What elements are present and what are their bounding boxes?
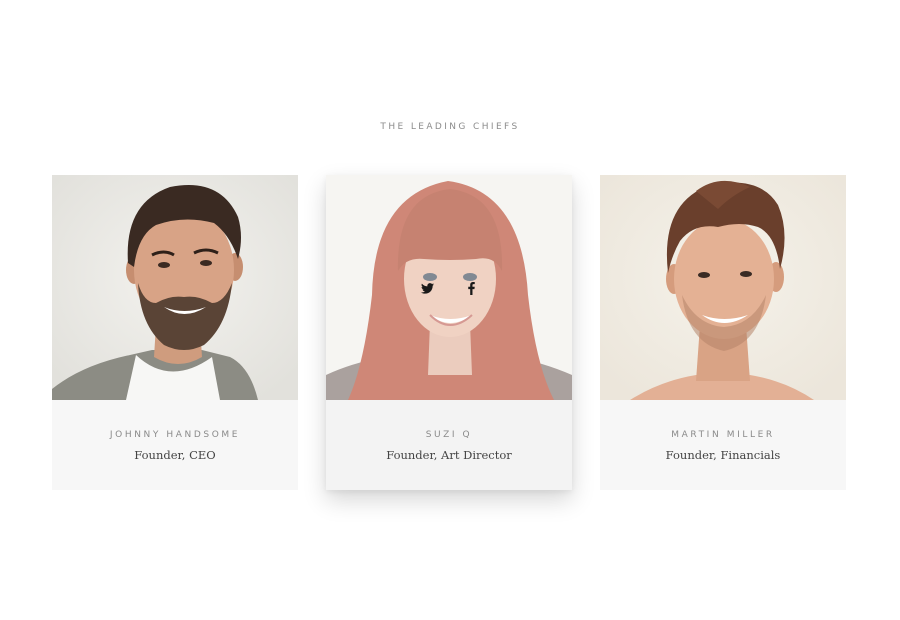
member-info: MARTIN MILLER Founder, Financials (600, 400, 846, 462)
member-photo (600, 175, 846, 400)
member-photo (326, 175, 572, 400)
member-info: JOHNNY HANDSOME Founder, CEO (52, 400, 298, 462)
member-role: Founder, Art Director (386, 448, 512, 462)
member-photo-image (52, 175, 298, 400)
team-card-johnny-handsome[interactable]: JOHNNY HANDSOME Founder, CEO (52, 175, 298, 490)
member-photo (52, 175, 298, 400)
team-card-suzi-q[interactable]: SUZI Q Founder, Art Director (326, 175, 572, 490)
team-card-martin-miller[interactable]: MARTIN MILLER Founder, Financials (600, 175, 846, 490)
member-info: SUZI Q Founder, Art Director (326, 400, 572, 462)
twitter-icon[interactable] (420, 281, 434, 295)
facebook-icon[interactable] (464, 281, 478, 295)
member-name: MARTIN MILLER (671, 430, 775, 440)
member-role: Founder, Financials (665, 448, 781, 462)
section-title: THE LEADING CHIEFS (380, 122, 520, 132)
member-name: JOHNNY HANDSOME (109, 430, 241, 440)
team-section: THE LEADING CHIEFS JOHNNY HANDSOME Found… (0, 0, 900, 620)
member-photo-image (600, 175, 846, 400)
member-role: Founder, CEO (134, 448, 216, 462)
member-name: SUZI Q (425, 430, 473, 440)
social-links (326, 281, 572, 295)
